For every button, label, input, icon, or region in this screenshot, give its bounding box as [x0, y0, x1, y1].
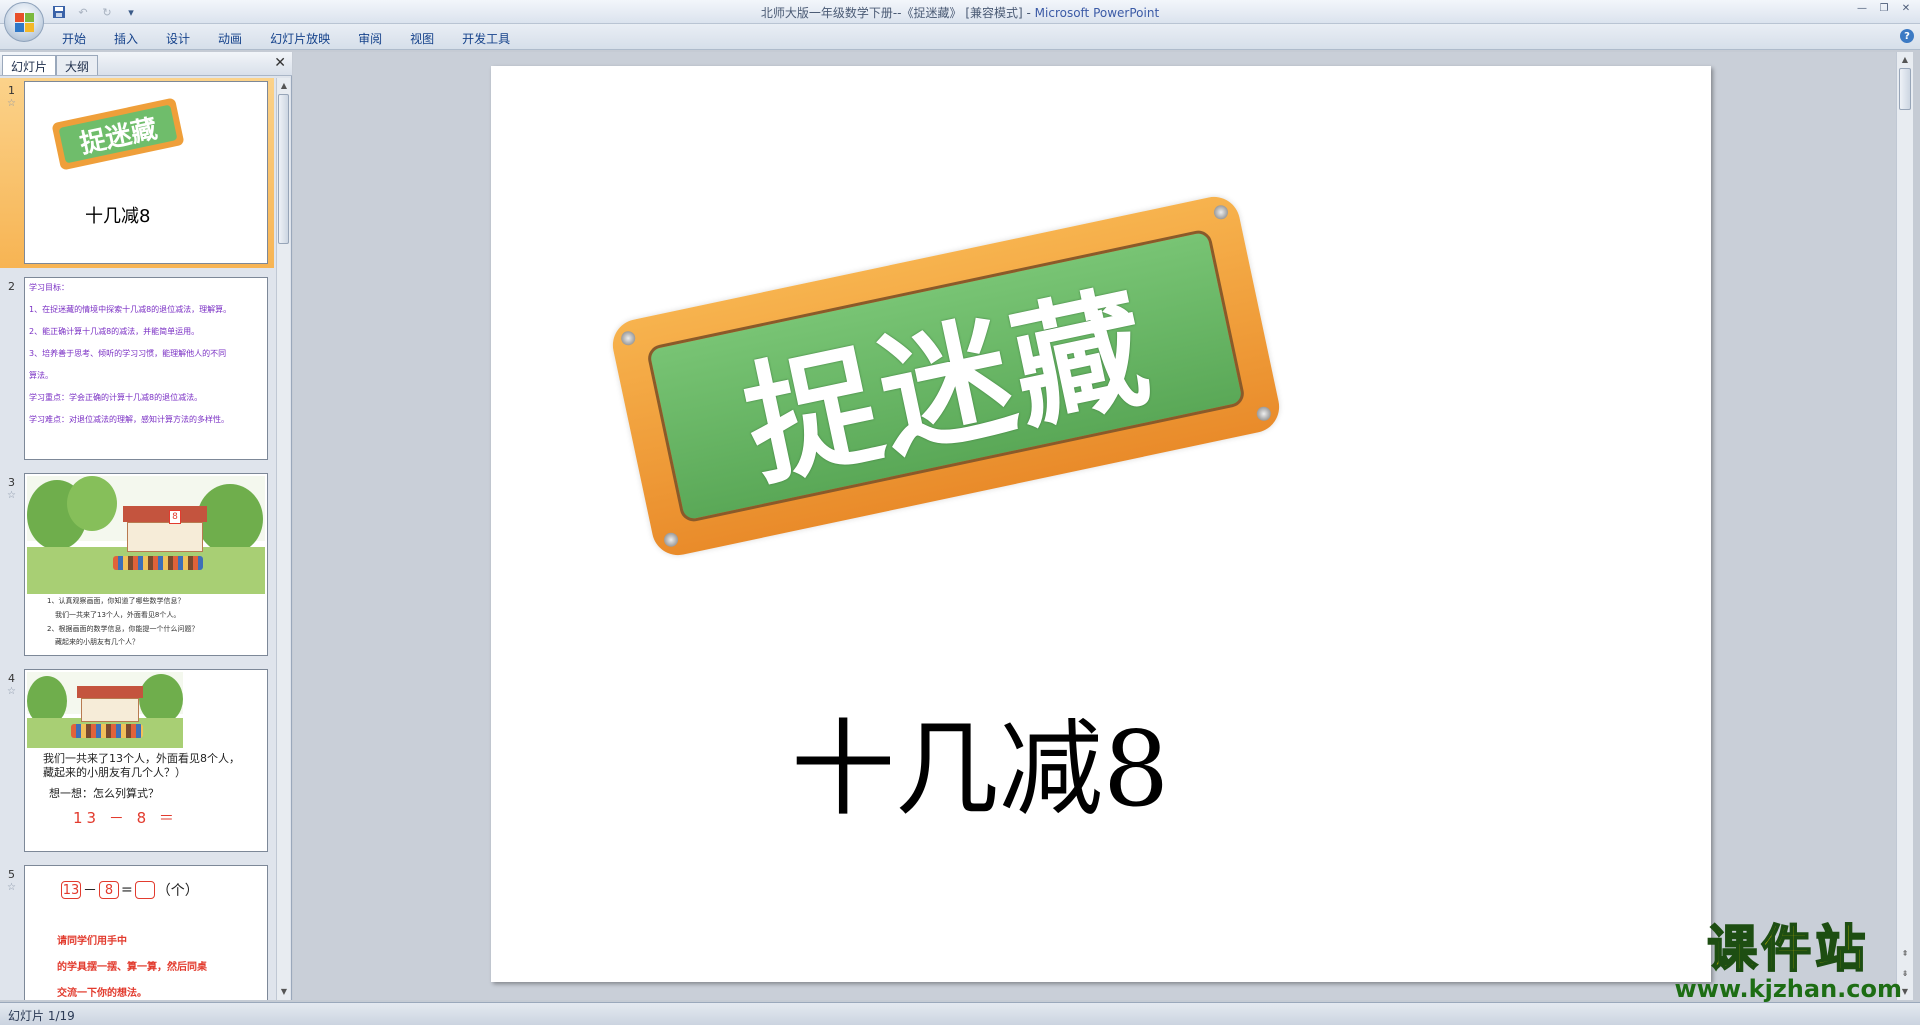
- text-line: 藏起来的小朋友有几个人？）: [43, 766, 186, 779]
- pane-tabs: 幻灯片 大纲 ✕: [0, 52, 292, 76]
- sign-panel: 捉迷藏: [645, 228, 1247, 524]
- answer-box: [134, 881, 155, 899]
- equals-sign: =: [121, 882, 133, 898]
- scroll-up-icon[interactable]: ▲: [278, 80, 290, 92]
- text-line: 2、根据画面的数学信息，你能提一个什么问题？: [47, 625, 199, 633]
- sign-graphic: 捉迷藏: [51, 97, 185, 171]
- text-line: 3、培养善于思考、倾听的学习习惯，能理解他人的不同: [29, 349, 227, 358]
- help-icon[interactable]: ?: [1900, 29, 1914, 43]
- tab-slideshow[interactable]: 幻灯片放映: [256, 28, 344, 49]
- slide-thumbnail-2[interactable]: 2 学习目标： 1、在捉迷藏的情境中探索十几减8的退位减法，理解算。 2、能正确…: [0, 274, 274, 464]
- slide-number: 2: [8, 280, 15, 293]
- thumbnail-canvas: 8 1、认真观察画面，你知道了哪些数学信息？ 我们一共来了13个人，外面看见8个…: [24, 473, 268, 656]
- number-badge: 8: [169, 510, 181, 524]
- minus-sign: －: [83, 883, 97, 899]
- slide-number: 4: [8, 672, 15, 685]
- text-line: 学习重点：学会正确的计算十几减8的退位减法。: [29, 393, 203, 402]
- tab-outline[interactable]: 大纲: [56, 55, 99, 75]
- restore-icon[interactable]: ❐: [1874, 1, 1894, 15]
- text-line: 请同学们用手中: [57, 936, 127, 947]
- thumbnails-scrollbar[interactable]: ▲ ▼: [276, 78, 290, 1000]
- slide-number: 1: [8, 84, 15, 97]
- status-bar: 幻灯片 1/19: [0, 1002, 1920, 1025]
- text-line: 的学具摆一摆、算一算，然后同桌: [57, 962, 207, 973]
- scroll-down-icon[interactable]: ▼: [278, 986, 290, 998]
- tab-review[interactable]: 审阅: [344, 28, 396, 49]
- app-name: Microsoft PowerPoint: [1034, 6, 1160, 20]
- close-icon[interactable]: ✕: [1896, 1, 1916, 15]
- thumbnail-canvas: 学习目标： 1、在捉迷藏的情境中探索十几减8的退位减法，理解算。 2、能正确计算…: [24, 277, 268, 460]
- slide-thumbnails: 1 ☆ 捉迷藏 十几减8 2 学习目标： 1、在捉迷藏的情境中探索十几减8的退位…: [0, 78, 274, 1000]
- window-title: 北师大版一年级数学下册--《捉迷藏》 [兼容模式] - Microsoft Po…: [0, 4, 1920, 21]
- text-line: 我们一共来了13个人，外面看见8个人。: [55, 611, 181, 619]
- tab-developer[interactable]: 开发工具: [448, 28, 524, 49]
- current-slide[interactable]: 捉迷藏 十几减8: [491, 66, 1711, 982]
- slide-title: 捉迷藏: [732, 268, 1164, 505]
- thumbnail-canvas: 13 － 8 = （个） 请同学们用手中 的学具摆一摆、算一算，然后同桌 交流一…: [24, 865, 268, 1000]
- office-button[interactable]: [4, 2, 44, 42]
- editor-scrollbar[interactable]: ▲ ⇞ ⇟ ▼: [1896, 52, 1913, 1000]
- thumbnail-canvas: 我们一共来了13个人，外面看见8个人， 藏起来的小朋友有几个人？） 想一想：怎么…: [24, 669, 268, 852]
- equation: 13 － 8 = （个）: [61, 880, 199, 900]
- slides-pane: 幻灯片 大纲 ✕ 1 ☆ 捉迷藏 十几减8 2 学习目标： 1、在捉迷藏的情境中…: [0, 52, 292, 1000]
- thumbnail-canvas: 捉迷藏 十几减8: [24, 81, 268, 264]
- slide-editor: 捉迷藏 十几减8 ▲ ⇞ ⇟ ▼: [293, 52, 1913, 1000]
- animation-star-icon: ☆: [7, 490, 16, 501]
- illustration: [27, 672, 183, 748]
- minimize-icon[interactable]: —: [1852, 1, 1872, 15]
- animation-star-icon: ☆: [7, 882, 16, 893]
- scrollbar-thumb[interactable]: [278, 94, 289, 244]
- unit-label: （个）: [156, 883, 199, 899]
- sign-text: 捉迷藏: [58, 104, 178, 164]
- tab-slides[interactable]: 幻灯片: [2, 55, 57, 75]
- thumbnail-subtitle: 十几减8: [85, 206, 151, 227]
- slide-number: 5: [8, 868, 15, 881]
- text-line: 想一想：怎么列算式？: [49, 787, 159, 800]
- slide-subtitle[interactable]: 十几减8: [791, 684, 1169, 835]
- close-pane-icon[interactable]: ✕: [274, 55, 286, 71]
- text-line: 交流一下你的想法。: [57, 988, 147, 999]
- watermark-title: 课件站: [1706, 919, 1870, 979]
- slide-number: 3: [8, 476, 15, 489]
- text-line: 学习目标：: [29, 283, 69, 292]
- office-logo-icon: [15, 13, 35, 33]
- animation-star-icon: ☆: [7, 686, 16, 697]
- operand-box: 13: [61, 881, 81, 899]
- text-line: 1、认真观察画面，你知道了哪些数学信息？: [47, 597, 185, 605]
- title-bar: ↶ ↻ ▾ 北师大版一年级数学下册--《捉迷藏》 [兼容模式] - Micros…: [0, 0, 1920, 42]
- text-line: 学习难点：对退位减法的理解，感知计算方法的多样性。: [29, 415, 229, 424]
- slide-counter: 幻灯片 1/19: [8, 1009, 75, 1023]
- slide-thumbnail-5[interactable]: 5 ☆ 13 － 8 = （个） 请同学们用手中 的学具摆一摆、算一算，然后同桌…: [0, 862, 274, 1000]
- tab-animations[interactable]: 动画: [204, 28, 256, 49]
- text-line: 2、能正确计算十几减8的减法，并能简单运用。: [29, 327, 200, 336]
- operand-box: 8: [99, 881, 119, 899]
- slide-thumbnail-3[interactable]: 3 ☆ 8 1、认真观察画面，你知道了哪些数学信息？ 我们一共来了13个人，外面…: [0, 470, 274, 660]
- scroll-up-icon[interactable]: ▲: [1899, 54, 1911, 66]
- bolt-icon: [1255, 405, 1273, 423]
- ribbon-tabs: 开始 插入 设计 动画 幻灯片放映 审阅 视图 开发工具: [48, 28, 524, 49]
- watermark-url: www.kjzhan.com: [1674, 975, 1902, 1003]
- title-sign-graphic[interactable]: 捉迷藏: [608, 192, 1284, 560]
- bolt-icon: [662, 531, 680, 549]
- bolt-icon: [1212, 203, 1230, 221]
- window-controls: — ❐ ✕: [1852, 1, 1916, 15]
- tab-insert[interactable]: 插入: [100, 28, 152, 49]
- slide-thumbnail-4[interactable]: 4 ☆ 我们一共来了13个人，外面看见8个人， 藏起来的小朋友有几个人？） 想一…: [0, 666, 274, 856]
- tab-home[interactable]: 开始: [48, 28, 100, 49]
- animation-star-icon: ☆: [7, 98, 16, 109]
- bolt-icon: [619, 329, 637, 347]
- text-line: 1、在捉迷藏的情境中探索十几减8的退位减法，理解算。: [29, 305, 232, 314]
- formula: 13 － 8 ＝: [73, 809, 178, 827]
- scrollbar-thumb[interactable]: [1899, 68, 1911, 110]
- site-watermark: 课件站 www.kjzhan.com: [1675, 909, 1902, 1003]
- ribbon: 开始 插入 设计 动画 幻灯片放映 审阅 视图 开发工具 ?: [0, 24, 1920, 50]
- slide-thumbnail-1[interactable]: 1 ☆ 捉迷藏 十几减8: [0, 78, 274, 268]
- tab-design[interactable]: 设计: [152, 28, 204, 49]
- text-line: 藏起来的小朋友有几个人？: [55, 638, 139, 646]
- document-title: 北师大版一年级数学下册--《捉迷藏》 [兼容模式] -: [760, 6, 1035, 20]
- text-line: 算法。: [29, 371, 53, 380]
- illustration: 8: [27, 476, 265, 594]
- tab-view[interactable]: 视图: [396, 28, 448, 49]
